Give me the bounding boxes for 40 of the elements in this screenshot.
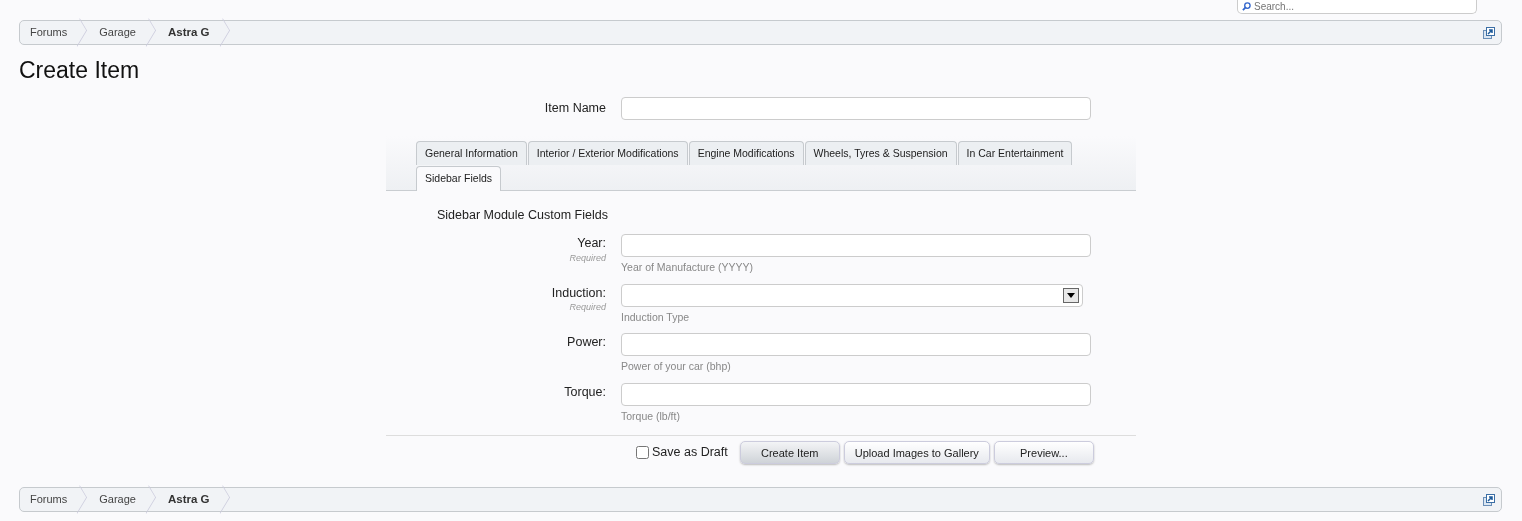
search-box[interactable]: Search...	[1237, 0, 1477, 14]
field-label: Induction:	[550, 284, 606, 302]
field-hint: Year of Manufacture (YYYY)	[621, 259, 755, 275]
input-field[interactable]	[621, 96, 1091, 120]
tab[interactable]: Wheels, Tyres & Suspension	[804, 140, 957, 166]
form-button[interactable]: Upload Images to Gallery	[843, 440, 990, 464]
field-hint: Torque (lb/ft)	[621, 409, 681, 425]
checkbox-label: Save as Draft	[652, 443, 728, 461]
input-field[interactable]	[621, 383, 1091, 407]
input-field[interactable]	[621, 233, 1091, 257]
search-icon	[1242, 2, 1251, 11]
field-label: Power:	[566, 334, 606, 352]
field-hint: Power of your car (bhp)	[621, 359, 732, 375]
breadcrumb-link[interactable]: Forums	[20, 487, 90, 511]
tab[interactable]: Interior / Exterior Modifications	[527, 140, 688, 166]
search-field[interactable]: Search...	[1254, 0, 1454, 13]
tab[interactable]: Engine Modifications	[688, 140, 804, 166]
required-note: Required	[568, 252, 606, 263]
page-title: Create Item	[19, 57, 141, 85]
field-label: Item Name	[543, 99, 607, 117]
tab[interactable]: Sidebar Fields	[416, 166, 502, 192]
dropdown-field[interactable]	[621, 283, 1083, 307]
field-hint: Induction Type	[621, 309, 691, 325]
breadcrumb-link[interactable]: Garage	[89, 21, 158, 44]
checkbox[interactable]	[636, 445, 649, 459]
form-button[interactable]: Preview...	[993, 440, 1094, 464]
submit-button[interactable]: Create Item	[739, 440, 840, 464]
breadcrumb-link[interactable]: Astra G	[158, 487, 232, 511]
breadcrumb-link[interactable]: Forums	[20, 21, 90, 44]
field-label: Year:	[576, 234, 606, 252]
tab[interactable]: In Car Entertainment	[957, 140, 1073, 166]
jump-icon[interactable]	[1483, 494, 1495, 507]
section-heading: Sidebar Module Custom Fields	[437, 207, 609, 225]
tab[interactable]: General Information	[416, 140, 527, 166]
required-note: Required	[568, 302, 606, 313]
input-field[interactable]	[621, 333, 1091, 357]
breadcrumb-link[interactable]: Garage	[89, 487, 158, 511]
field-label: Torque:	[563, 384, 606, 402]
jump-icon[interactable]	[1483, 27, 1495, 40]
breadcrumb-link[interactable]: Astra G	[158, 21, 232, 44]
